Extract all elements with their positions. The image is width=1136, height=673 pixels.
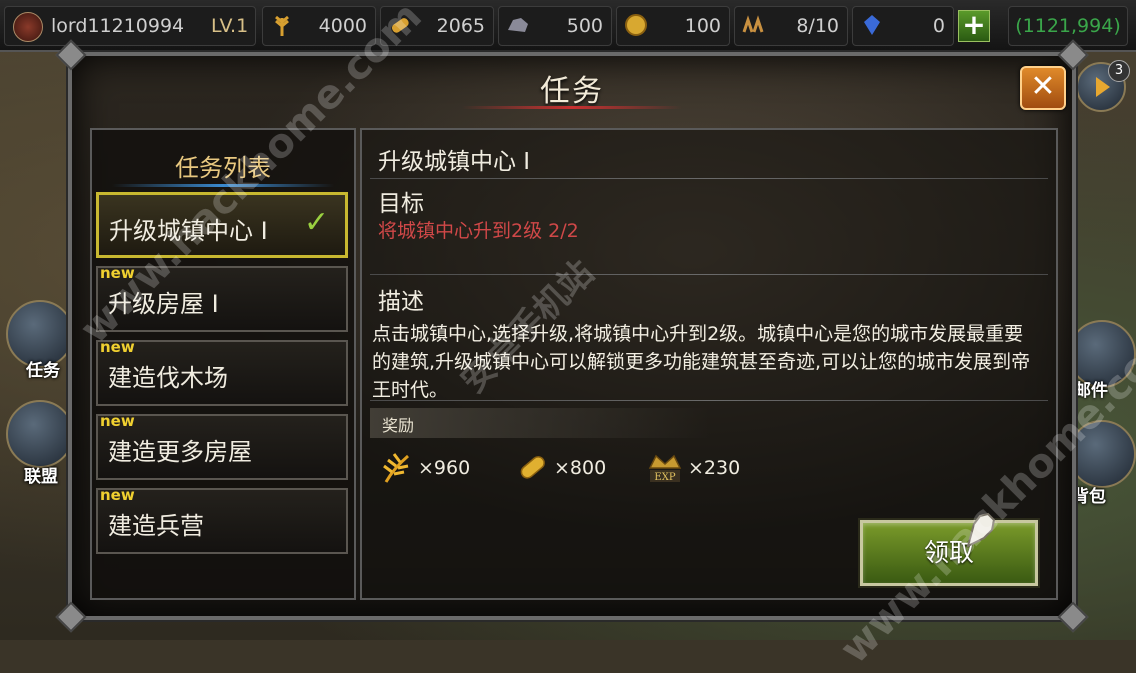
goal-heading: 目标 [378, 191, 424, 217]
resource-stone[interactable]: 500 [498, 6, 612, 46]
quest-list-panel: 任务列表 升级城镇中心 Ⅰ ✓ new 升级房屋 Ⅰ new 建造伐木场 new… [90, 128, 356, 600]
reward-amount: ×960 [418, 457, 471, 479]
player-info[interactable]: lord11210994 LV.1 [4, 6, 256, 46]
wood-log-icon [520, 456, 545, 479]
army-value: 8/10 [796, 15, 839, 37]
notification-badge: 3 [1108, 60, 1130, 82]
resource-gems[interactable]: 0 [852, 6, 954, 46]
wood-value: 2065 [436, 15, 485, 37]
gems-total: (1121,994) [1008, 6, 1128, 46]
checkmark-icon: ✓ [303, 205, 329, 240]
claim-reward-button[interactable]: 领取 [860, 520, 1038, 586]
buy-gems-button[interactable]: + [958, 10, 990, 42]
resource-food[interactable]: 4000 [262, 6, 376, 46]
stone-icon [508, 18, 528, 32]
quest-list-title: 任务列表 [175, 154, 271, 182]
reward-amount: ×230 [688, 457, 741, 479]
alliance-side-button[interactable] [6, 400, 74, 468]
quest-title: 升级城镇中心 Ⅰ [378, 149, 531, 175]
mail-side-label: 邮件 [1074, 381, 1108, 401]
divider [370, 274, 1048, 275]
player-level: LV.1 [211, 15, 249, 37]
new-badge: new [100, 412, 135, 430]
exp-icon: EXP [648, 454, 682, 483]
wheat-icon [383, 453, 409, 483]
quest-list-title-underline [112, 184, 334, 187]
army-icon [742, 15, 764, 33]
wood-log-icon [391, 18, 409, 33]
new-badge: new [100, 486, 135, 504]
gem-value: 0 [932, 15, 945, 37]
quest-item[interactable]: new 建造兵营 [96, 486, 348, 554]
wheat-icon [275, 15, 289, 36]
quest-side-label: 任务 [26, 361, 60, 381]
bag-side-button[interactable] [1068, 420, 1136, 488]
bag-side-label: 背包 [1072, 487, 1106, 507]
title-underline [462, 106, 682, 109]
quest-item[interactable]: new 升级房屋 Ⅰ [96, 264, 348, 332]
close-button[interactable]: ✕ [1020, 66, 1066, 110]
food-value: 4000 [318, 15, 367, 37]
quest-item-label: 建造伐木场 [108, 364, 228, 392]
new-badge: new [100, 338, 135, 356]
reward-food: ×960 [378, 448, 470, 488]
reward-header: 奖励 [370, 408, 710, 438]
description-heading: 描述 [378, 289, 424, 315]
quest-item-label: 建造更多房屋 [108, 438, 252, 466]
gold-value: 100 [684, 15, 721, 37]
goal-text: 将城镇中心升到2级 2/2 [378, 220, 579, 242]
alliance-side-label: 联盟 [24, 467, 58, 487]
pointer-hand-icon [966, 512, 996, 548]
quest-dialog: 任务 ✕ 任务列表 升级城镇中心 Ⅰ ✓ new 升级房屋 Ⅰ new 建造伐木… [55, 39, 1089, 633]
reward-amount: ×800 [554, 457, 607, 479]
quest-item[interactable]: 升级城镇中心 Ⅰ ✓ [96, 192, 348, 258]
resource-gold[interactable]: 100 [616, 6, 730, 46]
description-text: 点击城镇中心,选择升级,将城镇中心升到2级。城镇中心是您的城市发展最重要的建筑,… [372, 323, 1031, 401]
new-badge: new [100, 264, 135, 282]
dialog-title: 任务 [540, 74, 604, 109]
quest-item[interactable]: new 建造更多房屋 [96, 412, 348, 480]
gem-icon [864, 15, 880, 35]
quest-item-label: 升级房屋 Ⅰ [108, 290, 219, 318]
reward-heading: 奖励 [382, 416, 415, 435]
player-shield-icon [13, 12, 43, 42]
divider [370, 400, 1048, 401]
reward-exp: EXP ×230 [646, 448, 740, 488]
stone-value: 500 [566, 15, 603, 37]
divider [370, 178, 1048, 179]
resource-army[interactable]: 8/10 [734, 6, 848, 46]
resource-wood[interactable]: 2065 [380, 6, 494, 46]
resource-bar: lord11210994 LV.1 4000 2065 500 100 8/10… [0, 0, 1136, 52]
player-name: lord11210994 [51, 15, 185, 37]
quest-item-label: 升级城镇中心 Ⅰ [109, 217, 268, 245]
quest-detail-panel: 升级城镇中心 Ⅰ 目标 将城镇中心升到2级 2/2 描述 点击城镇中心,选择升级… [360, 128, 1058, 600]
quest-item-label: 建造兵营 [108, 512, 204, 540]
gold-coin-icon [625, 14, 647, 36]
exp-icon-text: EXP [654, 472, 675, 483]
quest-item[interactable]: new 建造伐木场 [96, 338, 348, 406]
reward-wood: ×800 [514, 448, 606, 488]
